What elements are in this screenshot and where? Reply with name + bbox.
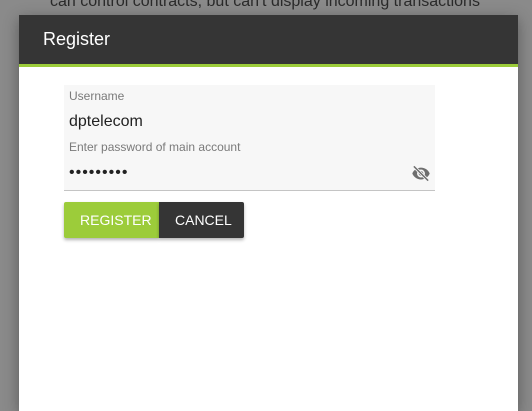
background-text: can control contracts, but can't display… — [50, 0, 480, 10]
username-field[interactable]: Username — [64, 85, 435, 140]
dialog-actions: REGISTER CANCEL — [64, 202, 244, 238]
password-input[interactable] — [69, 162, 399, 184]
username-input[interactable] — [69, 111, 399, 133]
dialog-title: Register — [43, 29, 111, 49]
visibility-off-icon[interactable] — [409, 163, 433, 183]
username-label: Username — [69, 89, 125, 103]
password-label: Enter password of main account — [69, 140, 241, 154]
dialog-header: Register — [19, 15, 518, 67]
cancel-button[interactable]: CANCEL — [159, 202, 244, 238]
register-button[interactable]: REGISTER — [64, 202, 159, 238]
password-field[interactable]: Enter password of main account — [64, 136, 435, 191]
